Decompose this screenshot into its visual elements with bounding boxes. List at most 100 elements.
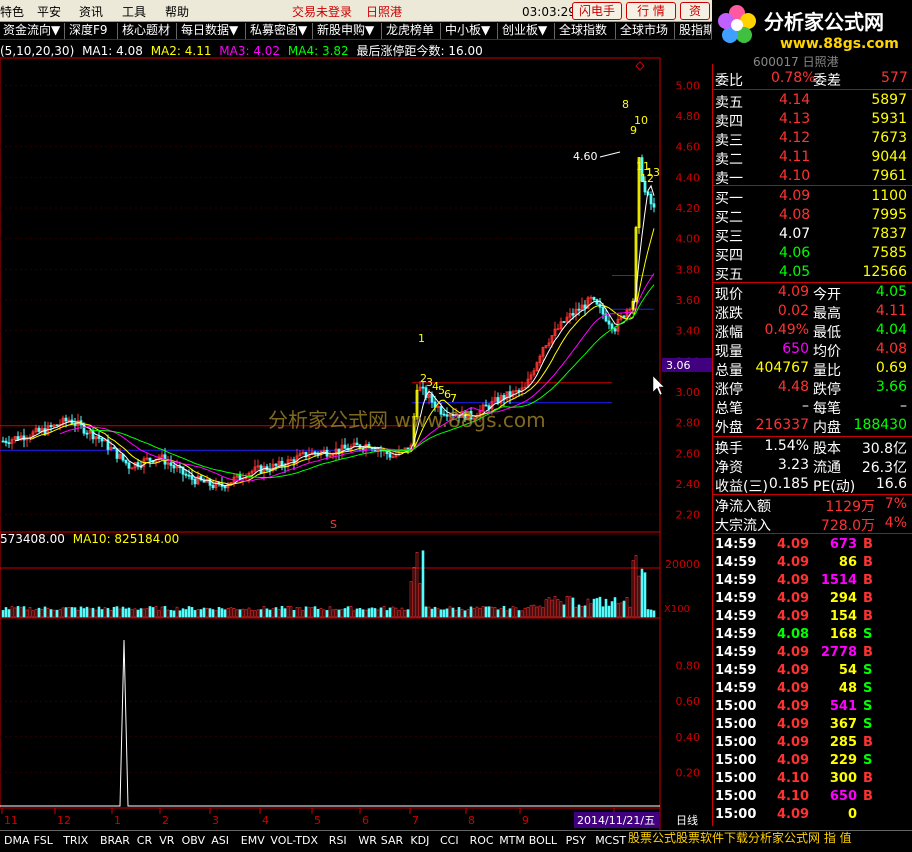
menu-item-help[interactable]: 帮助: [165, 3, 189, 20]
menu-item-features[interactable]: 特色: [0, 3, 24, 20]
indicator-tab[interactable]: ASI: [211, 834, 229, 847]
toolbar-new-ipo[interactable]: 新股申购▼: [314, 23, 382, 39]
volume-bar: [280, 605, 284, 618]
indicator-tick: 0.60: [676, 695, 701, 708]
indicator-tab[interactable]: CCI: [440, 834, 459, 847]
volume-bar: [607, 605, 611, 618]
indicator-tab[interactable]: ROC: [470, 834, 494, 847]
indicator-tab[interactable]: CR: [137, 834, 152, 847]
volume-bar: [442, 609, 446, 618]
bid-volume: 7585: [871, 245, 907, 261]
candle-body: [169, 462, 173, 466]
toolbar-gem-board[interactable]: 创业板▼: [499, 23, 555, 39]
volume-bar: [343, 608, 347, 618]
menu-item-pingan[interactable]: 平安: [37, 3, 61, 20]
corner-diamond-icon[interactable]: [635, 61, 645, 71]
indicator-tab[interactable]: TRIX: [63, 834, 88, 847]
tick-time: 15:00: [715, 735, 757, 750]
volume-bar: [46, 607, 50, 618]
period-label[interactable]: 日线: [676, 813, 698, 827]
volume-bar: [319, 608, 323, 618]
indicator-tab[interactable]: FSL: [34, 834, 53, 847]
tick-time: 15:00: [715, 807, 757, 822]
ask-row[interactable]: 卖三 4.12 7673: [713, 129, 912, 149]
indicator-tick: 0.40: [676, 731, 701, 744]
candle-body: [187, 474, 191, 477]
info-button[interactable]: 资: [680, 2, 710, 20]
volume-bar: [403, 609, 407, 618]
candle-body: [115, 448, 119, 459]
bid-label: 买四: [715, 248, 743, 264]
toolbar-private-letter[interactable]: 私募密函▼: [247, 23, 313, 39]
toolbar-stock-futures[interactable]: 股指期: [676, 23, 712, 39]
tick-row: 14:59 4.09 86 B: [713, 554, 912, 572]
volume-bar: [646, 609, 650, 618]
bid-row[interactable]: 买四 4.06 7585: [713, 244, 912, 264]
toolbar-daily-data[interactable]: 每日数据▼: [178, 23, 246, 39]
volume-bar: [202, 607, 206, 618]
stat-value-2: 188430: [853, 417, 907, 433]
flash-trade-button[interactable]: 闪电手: [572, 2, 622, 20]
toolbar-sme-board[interactable]: 中小板▼: [442, 23, 498, 39]
toolbar-depth[interactable]: 深度F9: [66, 23, 118, 39]
flow-row: 大宗流入 728.0万 4%: [713, 514, 912, 534]
stat-row: 涨停 4.48 跌停 3.66: [713, 378, 912, 398]
indicator-tab[interactable]: MTM: [499, 834, 525, 847]
volume-bar: [367, 608, 371, 618]
tick-side: B: [863, 573, 873, 588]
bid-row[interactable]: 买五 4.05 12566: [713, 263, 912, 283]
toolbar-global-market[interactable]: 全球市场: [617, 23, 675, 39]
volume-bar: [373, 608, 377, 618]
candle-body: [571, 313, 575, 316]
volume-bar: [235, 609, 239, 618]
volume-bar: [451, 607, 455, 618]
login-status[interactable]: 交易未登录: [292, 3, 352, 20]
kline-chart[interactable]: 12 3 4 5 6 78910111213 20000 0.800.600.400.20…: [0, 40, 712, 830]
candle-body: [610, 323, 614, 330]
volume-bar: [172, 610, 176, 618]
indicator-tab[interactable]: BRAR: [100, 834, 130, 847]
bid-row[interactable]: 买一 4.09 1100: [713, 187, 912, 207]
indicator-tab[interactable]: OBV: [182, 834, 205, 847]
volume-bar: [139, 608, 143, 618]
ask-row[interactable]: 卖五 4.14 5897: [713, 91, 912, 111]
candle-body: [517, 390, 521, 392]
price-tick: 5.00: [676, 79, 701, 92]
volume-bar: [262, 606, 266, 618]
ask-row[interactable]: 卖一 4.10 7961: [713, 167, 912, 187]
volume-bar: [256, 609, 260, 618]
indicator-tab[interactable]: RSI: [329, 834, 347, 847]
stat-value: 4.48: [777, 379, 809, 395]
bid-row[interactable]: 买三 4.07 7837: [713, 225, 912, 245]
toolbar-core-topics[interactable]: 核心题材: [119, 23, 177, 39]
quote-button[interactable]: 行 情: [626, 2, 676, 20]
ask-price: 4.10: [779, 168, 811, 184]
volume-bar: [64, 607, 68, 618]
toolbar-fund-flow[interactable]: 资金流向▼: [0, 23, 65, 39]
menu-item-tools[interactable]: 工具: [122, 3, 146, 20]
toolbar-global-index[interactable]: 全球指数: [556, 23, 616, 39]
indicator-tab[interactable]: SAR: [381, 834, 403, 847]
indicator-tab[interactable]: BOLL: [529, 834, 557, 847]
indicator-tab[interactable]: WR: [358, 834, 377, 847]
menu-item-news[interactable]: 资讯: [79, 3, 103, 20]
tick-price: 4.09: [777, 717, 810, 732]
toolbar-dragon-tiger[interactable]: 龙虎榜单: [383, 23, 441, 39]
ask-row[interactable]: 卖四 4.13 5931: [713, 110, 912, 130]
stat-label-2: 最高: [813, 306, 841, 322]
ask-price: 4.14: [779, 92, 811, 108]
volume-bar: [358, 608, 362, 618]
indicator-tab[interactable]: EMV: [241, 834, 265, 847]
indicator-tab[interactable]: MCST: [595, 834, 626, 847]
indicator-tab[interactable]: PSY: [566, 834, 586, 847]
volume-bar: [316, 608, 320, 618]
indicator-tab[interactable]: DMA: [4, 834, 30, 847]
indicator-tab[interactable]: KDJ: [410, 834, 429, 847]
indicator-tab[interactable]: VOL-TDX: [270, 834, 318, 847]
indicator-tab[interactable]: VR: [159, 834, 174, 847]
indicator-tabs-bar: DMA FSL TRIX BRAR CR VR OBV ASI EMV VOL-TDX RSI WR S…: [0, 830, 912, 852]
bid-row[interactable]: 买二 4.08 7995: [713, 206, 912, 226]
volume-bar: [4, 607, 8, 618]
ask-row[interactable]: 卖二 4.11 9044: [713, 148, 912, 168]
tick-row: 14:59 4.09 673 B: [713, 536, 912, 554]
